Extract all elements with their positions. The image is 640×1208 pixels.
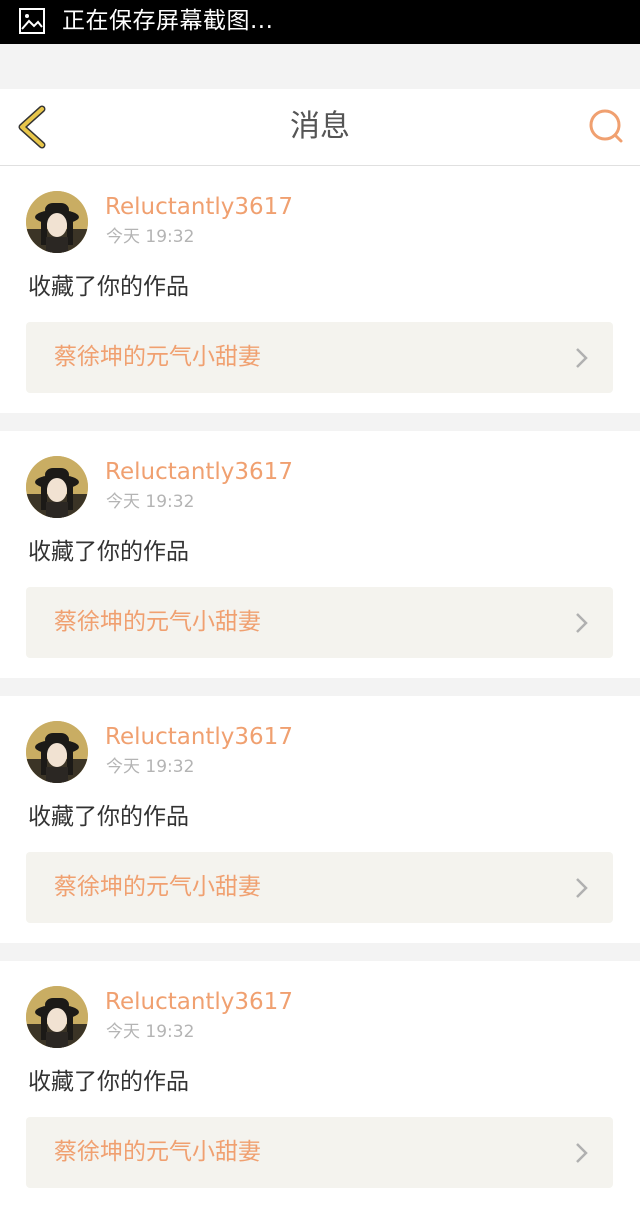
- message-action: 收藏了你的作品: [28, 539, 189, 565]
- username-link[interactable]: Reluctantly3617: [105, 457, 293, 487]
- avatar[interactable]: [26, 986, 88, 1048]
- message-card: Reluctantly3617 今天 19:32 收藏了你的作品 蔡徐坤的元气小…: [0, 696, 640, 943]
- chevron-right-icon: [576, 878, 588, 898]
- work-title: 蔡徐坤的元气小甜妻: [54, 609, 261, 635]
- screenshot-status-text: 正在保存屏幕截图...: [62, 8, 274, 34]
- work-link[interactable]: 蔡徐坤的元气小甜妻: [26, 1117, 613, 1188]
- image-icon: [19, 8, 45, 34]
- message-action: 收藏了你的作品: [28, 804, 189, 830]
- work-title: 蔡徐坤的元气小甜妻: [54, 344, 261, 370]
- work-title: 蔡徐坤的元气小甜妻: [54, 1139, 261, 1165]
- chevron-right-icon: [576, 1143, 588, 1163]
- message-card: Reluctantly3617 今天 19:32 收藏了你的作品 蔡徐坤的元气小…: [0, 166, 640, 413]
- status-bar: 正在保存屏幕截图...: [0, 0, 640, 44]
- message-action: 收藏了你的作品: [28, 274, 189, 300]
- message-action: 收藏了你的作品: [28, 1069, 189, 1095]
- work-title: 蔡徐坤的元气小甜妻: [54, 874, 261, 900]
- message-time: 今天 19:32: [106, 1022, 195, 1042]
- chevron-right-icon: [576, 348, 588, 368]
- username-link[interactable]: Reluctantly3617: [105, 722, 293, 752]
- search-icon[interactable]: [586, 107, 626, 147]
- message-card: Reluctantly3617 今天 19:32 收藏了你的作品 蔡徐坤的元气小…: [0, 431, 640, 678]
- chevron-right-icon: [576, 613, 588, 633]
- username-link[interactable]: Reluctantly3617: [105, 987, 293, 1017]
- message-card: Reluctantly3617 今天 19:32 收藏了你的作品 蔡徐坤的元气小…: [0, 961, 640, 1208]
- message-time: 今天 19:32: [106, 227, 195, 247]
- username-link[interactable]: Reluctantly3617: [105, 192, 293, 222]
- header: 消息: [0, 89, 640, 166]
- avatar[interactable]: [26, 721, 88, 783]
- message-time: 今天 19:32: [106, 492, 195, 512]
- avatar[interactable]: [26, 191, 88, 253]
- work-link[interactable]: 蔡徐坤的元气小甜妻: [26, 852, 613, 923]
- avatar[interactable]: [26, 456, 88, 518]
- message-time: 今天 19:32: [106, 757, 195, 777]
- page-title: 消息: [290, 109, 350, 144]
- work-link[interactable]: 蔡徐坤的元气小甜妻: [26, 322, 613, 393]
- work-link[interactable]: 蔡徐坤的元气小甜妻: [26, 587, 613, 658]
